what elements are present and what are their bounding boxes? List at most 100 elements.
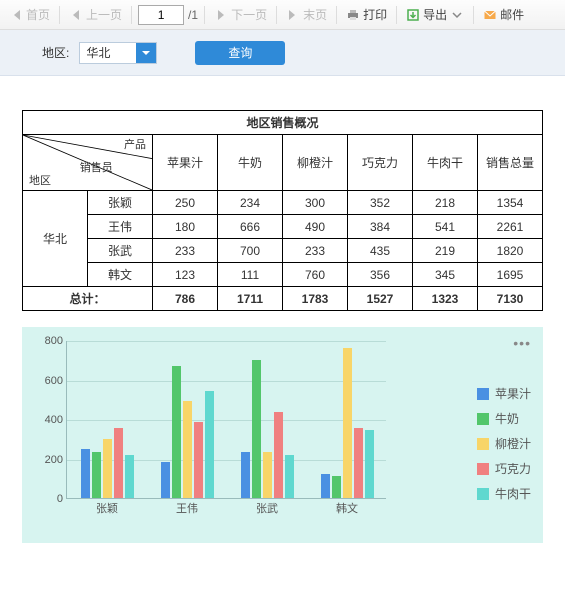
chart-more-button[interactable]: ••• — [513, 335, 531, 351]
x-category: 韩文 — [307, 500, 387, 516]
legend-label: 苹果汁 — [495, 385, 531, 402]
separator — [336, 6, 337, 24]
col-header: 苹果汁 — [153, 135, 218, 191]
first-page-label: 首页 — [26, 6, 50, 23]
table-row: 华北 张颖 2502343003522181354 — [23, 191, 543, 215]
bar — [114, 428, 123, 498]
legend-swatch — [477, 438, 489, 450]
bar — [365, 430, 374, 498]
y-tick: 800 — [31, 335, 63, 347]
col-header: 牛肉干 — [413, 135, 478, 191]
total-row: 总计： 78617111783152713237130 — [23, 287, 543, 311]
x-category: 王伟 — [147, 500, 227, 516]
prev-page-label: 上一页 — [86, 6, 122, 23]
table-row: 韩文 1231117603563451695 — [23, 263, 543, 287]
bar — [205, 391, 214, 498]
page-total: /1 — [188, 8, 198, 22]
region-label: 地区: — [42, 44, 69, 61]
mail-icon — [483, 8, 497, 22]
y-tick: 200 — [31, 454, 63, 466]
param-bar: 地区: 华北 查询 — [0, 30, 565, 76]
y-tick: 400 — [31, 414, 63, 426]
region-select[interactable]: 华北 — [79, 42, 157, 64]
mail-label: 邮件 — [500, 6, 524, 23]
bar — [172, 366, 181, 498]
legend-swatch — [477, 463, 489, 475]
bar — [241, 452, 250, 498]
legend-item[interactable]: 牛肉干 — [477, 485, 531, 502]
next-page-label: 下一页 — [231, 6, 267, 23]
next-page-button[interactable]: 下一页 — [211, 4, 270, 25]
legend-swatch — [477, 413, 489, 425]
separator — [204, 6, 205, 24]
first-page-button[interactable]: 首页 — [6, 4, 53, 25]
export-button[interactable]: 导出 — [403, 4, 467, 25]
total-label: 总计： — [23, 287, 153, 311]
legend-item[interactable]: 苹果汁 — [477, 385, 531, 402]
print-icon — [346, 8, 360, 22]
report-table: 地区销售概况 产品 销售员 地区 苹果汁 牛奶 柳橙汁 巧克力 牛肉干 销售总量… — [22, 110, 543, 311]
legend-item[interactable]: 巧克力 — [477, 460, 531, 477]
report-title: 地区销售概况 — [23, 111, 543, 135]
export-icon — [406, 8, 420, 22]
separator — [59, 6, 60, 24]
bar — [183, 401, 192, 498]
salesman-cell: 王伟 — [88, 215, 153, 239]
total-col-header: 销售总量 — [478, 135, 543, 191]
chart-plot: 0200400600800张颖王伟张武韩文 — [66, 341, 386, 499]
col-header: 牛奶 — [218, 135, 283, 191]
export-label: 导出 — [423, 6, 447, 23]
bar — [263, 452, 272, 498]
mail-button[interactable]: 邮件 — [480, 4, 527, 25]
bar — [343, 348, 352, 498]
diag-region: 地区 — [29, 172, 51, 188]
col-header: 巧克力 — [348, 135, 413, 191]
y-tick: 0 — [31, 493, 63, 505]
bar — [285, 455, 294, 498]
next-page-icon — [214, 8, 228, 22]
last-page-button[interactable]: 末页 — [283, 4, 330, 25]
x-category: 张颖 — [67, 500, 147, 516]
region-cell: 华北 — [23, 191, 88, 287]
y-tick: 600 — [31, 375, 63, 387]
separator — [276, 6, 277, 24]
bar — [92, 452, 101, 498]
print-button[interactable]: 打印 — [343, 4, 390, 25]
page-input[interactable] — [138, 5, 184, 25]
col-header: 柳橙汁 — [283, 135, 348, 191]
last-page-label: 末页 — [303, 6, 327, 23]
bar — [332, 476, 341, 498]
separator — [131, 6, 132, 24]
legend-swatch — [477, 388, 489, 400]
separator — [396, 6, 397, 24]
diag-product: 产品 — [124, 136, 146, 152]
prev-page-button[interactable]: 上一页 — [66, 4, 125, 25]
legend-label: 巧克力 — [495, 460, 531, 477]
legend-label: 柳橙汁 — [495, 435, 531, 452]
bar — [354, 428, 363, 498]
last-page-icon — [286, 8, 300, 22]
table-row: 王伟 1806664903845412261 — [23, 215, 543, 239]
region-select-value: 华北 — [80, 43, 136, 63]
diagonal-header: 产品 销售员 地区 — [23, 135, 153, 191]
x-category: 张武 — [227, 500, 307, 516]
separator — [473, 6, 474, 24]
legend-item[interactable]: 牛奶 — [477, 410, 531, 427]
salesman-cell: 张颖 — [88, 191, 153, 215]
prev-page-icon — [69, 8, 83, 22]
bar — [161, 462, 170, 498]
bar — [274, 412, 283, 498]
chevron-down-icon — [136, 43, 156, 63]
query-button[interactable]: 查询 — [195, 41, 285, 65]
bar — [81, 449, 90, 498]
first-page-icon — [9, 8, 23, 22]
diag-salesman: 销售员 — [80, 159, 113, 175]
salesman-cell: 张武 — [88, 239, 153, 263]
legend-item[interactable]: 柳橙汁 — [477, 435, 531, 452]
pager-toolbar: 首页 上一页 /1 下一页 末页 打印 导出 邮件 — [0, 0, 565, 30]
bar — [321, 474, 330, 498]
chevron-down-icon — [450, 8, 464, 22]
legend-label: 牛肉干 — [495, 485, 531, 502]
report-content: 地区销售概况 产品 销售员 地区 苹果汁 牛奶 柳橙汁 巧克力 牛肉干 销售总量… — [0, 76, 565, 561]
salesman-cell: 韩文 — [88, 263, 153, 287]
